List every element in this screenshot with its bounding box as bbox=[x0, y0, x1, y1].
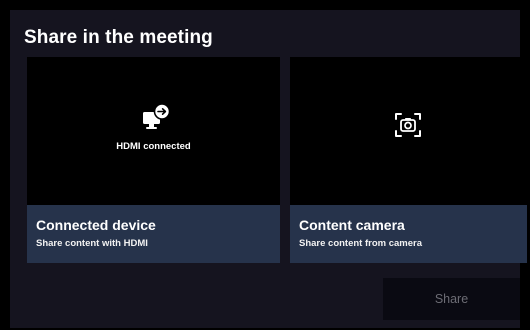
hdmi-monitor-arrow-icon bbox=[143, 103, 171, 129]
connected-device-caption: Connected device Share content with HDMI bbox=[27, 205, 280, 263]
connected-device-title: Connected device bbox=[36, 217, 156, 233]
connected-device-preview: HDMI connected bbox=[27, 57, 280, 202]
hdmi-connected-label: HDMI connected bbox=[116, 141, 191, 152]
content-camera-title: Content camera bbox=[299, 217, 405, 233]
share-button[interactable]: Share bbox=[383, 278, 520, 320]
content-camera-preview bbox=[290, 57, 527, 202]
dialog-title: Share in the meeting bbox=[24, 27, 213, 48]
camera-frame-icon bbox=[395, 113, 421, 137]
content-camera-subtitle: Share content from camera bbox=[299, 238, 423, 249]
connected-device-card[interactable]: HDMI connected Connected device Share co… bbox=[27, 57, 280, 263]
share-dialog: Share in the meeting HDMI connected Conn… bbox=[10, 10, 527, 328]
connected-device-subtitle: Share content with HDMI bbox=[36, 238, 148, 249]
content-camera-caption: Content camera Share content from camera bbox=[290, 205, 527, 263]
content-camera-card[interactable]: Content camera Share content from camera bbox=[290, 57, 527, 263]
